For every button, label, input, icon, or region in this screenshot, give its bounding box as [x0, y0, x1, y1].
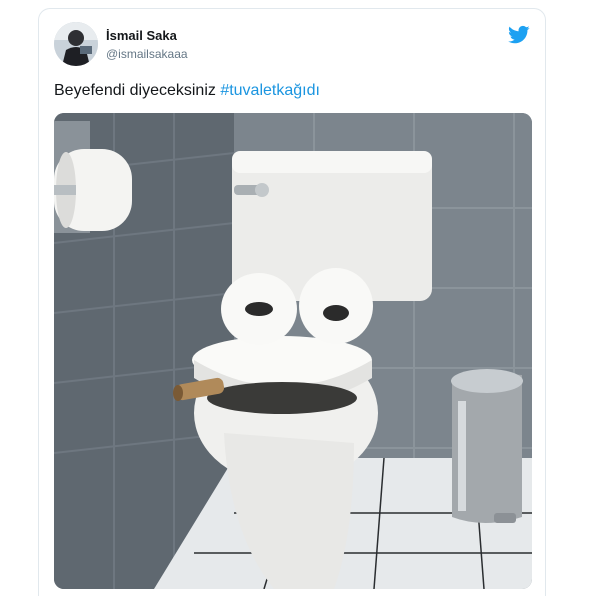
tweet-photo[interactable]: [54, 113, 532, 589]
hashtag-link[interactable]: #tuvaletkağıdı: [220, 82, 320, 99]
avatar[interactable]: [54, 22, 98, 66]
tweet-text: Beyefendi diyeceksiniz #tuvaletkağıdı: [54, 82, 320, 100]
tweet-body: Beyefendi diyeceksiniz: [54, 82, 221, 99]
tweet-card[interactable]: İsmail Saka @ismailsakaaa Beyefendi diye…: [38, 8, 546, 596]
twitter-bird-icon[interactable]: [508, 25, 530, 45]
user-handle[interactable]: @ismailsakaaa: [106, 47, 188, 61]
display-name[interactable]: İsmail Saka: [106, 28, 177, 43]
